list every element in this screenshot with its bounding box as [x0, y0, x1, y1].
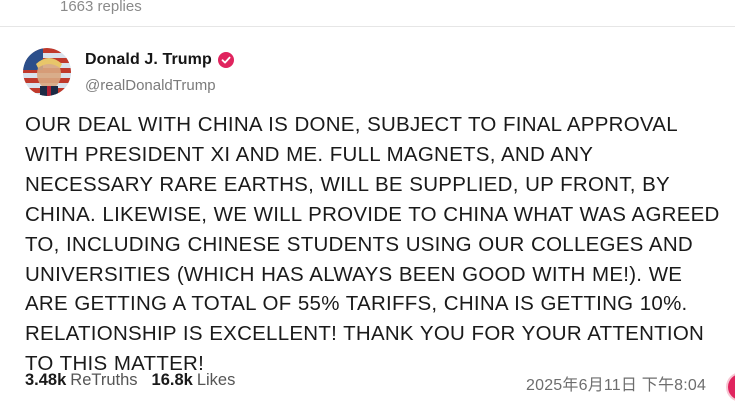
author-name[interactable]: Donald J. Trump [85, 51, 212, 69]
avatar-image [23, 48, 71, 96]
likes-count[interactable]: 16.8k [152, 371, 193, 390]
likes-label[interactable]: Likes [197, 371, 236, 390]
author-handle[interactable]: @realDonaldTrump [85, 77, 216, 94]
author-row[interactable]: Donald J. Trump [85, 51, 234, 69]
post-stats: 3.48k ReTruths 16.8k Likes [25, 371, 235, 390]
post-body: OUR DEAL WITH CHINA IS DONE, SUBJECT TO … [25, 113, 720, 376]
replies-count[interactable]: 1663 replies [60, 0, 142, 15]
retruths-count[interactable]: 3.48k [25, 371, 66, 390]
avatar[interactable] [23, 48, 71, 96]
retruths-label[interactable]: ReTruths [70, 371, 137, 390]
post-timestamp: 2025年6月11日 下午8:04 [526, 377, 707, 394]
verified-badge-icon [217, 52, 234, 68]
post-view: 1663 replies Donald J. Trump @realDonald… [0, 0, 735, 405]
divider [0, 26, 735, 27]
floating-action-icon[interactable] [726, 372, 735, 402]
